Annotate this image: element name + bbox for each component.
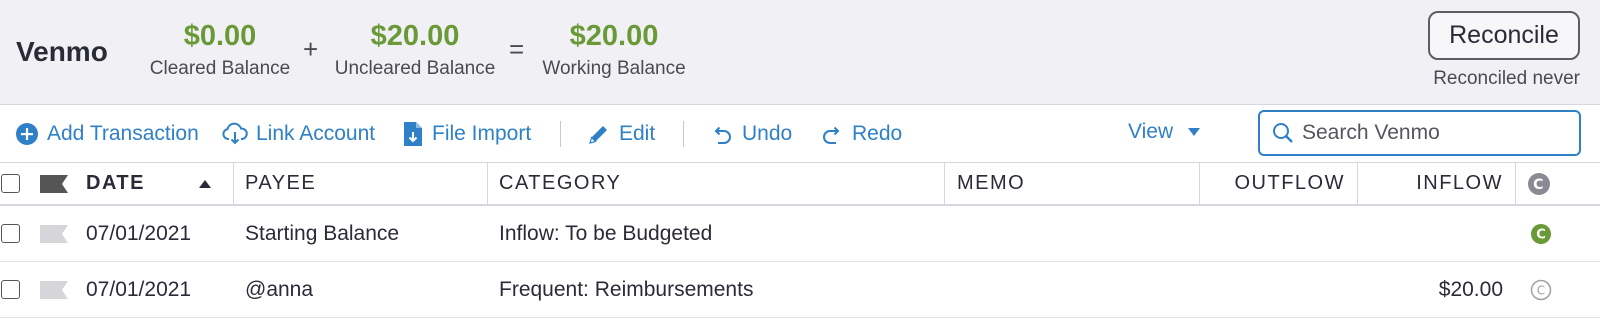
column-divider (944, 163, 945, 204)
column-divider (1515, 163, 1516, 204)
cleared-icon: C (1531, 223, 1551, 244)
sort-up-icon[interactable] (199, 163, 211, 204)
table-header: DATE PAYEE CATEGORY MEMO OUTFLOW INFLOW … (0, 163, 1600, 206)
category-header-label: CATEGORY (499, 172, 622, 194)
svg-text:C: C (1536, 227, 1546, 242)
cleared-column-header[interactable]: C (1527, 163, 1551, 204)
row-cleared-toggle[interactable]: C (1530, 262, 1552, 317)
row-inflow[interactable]: $20.00 (1357, 262, 1503, 317)
undo-label: Undo (742, 122, 793, 145)
toolbar: Add Transaction Link Account File Import… (0, 105, 1600, 163)
toolbar-divider (683, 121, 684, 147)
undo-button[interactable]: Undo (710, 119, 792, 149)
redo-icon (823, 126, 840, 144)
select-all-checkbox[interactable] (1, 163, 20, 204)
plus-operator: + (303, 34, 319, 64)
row-checkbox[interactable] (1, 206, 20, 261)
row-outflow[interactable] (1199, 262, 1345, 317)
reconcile-button[interactable]: Reconcile (1428, 11, 1580, 60)
payee-header-label: PAYEE (245, 172, 317, 194)
view-label: View (1128, 120, 1174, 143)
file-import-button[interactable]: File Import (402, 119, 531, 149)
row-flag[interactable] (40, 262, 68, 317)
search-icon (1273, 123, 1293, 143)
account-header: Venmo $0.00 Cleared Balance + $20.00 Unc… (0, 0, 1600, 105)
file-import-icon (404, 122, 422, 146)
svg-text:C: C (1533, 177, 1545, 193)
pencil-icon (589, 126, 607, 144)
table-row[interactable]: 07/01/2021 Starting Balance Inflow: To b… (0, 206, 1600, 262)
row-inflow[interactable] (1357, 206, 1503, 261)
link-account-button[interactable]: Link Account (222, 119, 375, 149)
search-input[interactable] (1302, 121, 1572, 145)
column-divider (233, 163, 234, 204)
equals-operator: = (509, 34, 525, 64)
row-date[interactable]: 07/01/2021 (86, 206, 191, 261)
link-account-label: Link Account (256, 122, 376, 145)
inflow-column-header[interactable]: INFLOW (1357, 163, 1503, 204)
toolbar-divider (560, 121, 561, 147)
flag-icon (40, 280, 68, 299)
flag-icon (40, 224, 68, 243)
row-category[interactable]: Inflow: To be Budgeted (499, 206, 712, 261)
row-date[interactable]: 07/01/2021 (86, 262, 191, 317)
cleared-balance-label: Cleared Balance (149, 58, 291, 79)
working-balance-label: Working Balance (542, 58, 686, 79)
svg-text:C: C (1537, 283, 1545, 297)
redo-label: Redo (852, 122, 903, 145)
outflow-column-header[interactable]: OUTFLOW (1199, 163, 1345, 204)
outflow-header-label: OUTFLOW (1234, 172, 1345, 194)
cleared-icon: C (1530, 279, 1552, 300)
file-import-label: File Import (432, 122, 532, 145)
row-cleared-toggle[interactable]: C (1530, 206, 1552, 261)
cleared-balance: $0.00 Cleared Balance (148, 18, 292, 82)
view-dropdown[interactable]: View (1128, 117, 1209, 147)
table-row[interactable]: 07/01/2021 @anna Frequent: Reimbursement… (0, 262, 1600, 318)
redo-button[interactable]: Redo (820, 119, 902, 149)
row-flag[interactable] (40, 206, 68, 261)
cloud-download-icon (222, 122, 248, 145)
edit-label: Edit (619, 122, 656, 145)
edit-button[interactable]: Edit (587, 119, 655, 149)
row-payee[interactable]: Starting Balance (245, 206, 399, 261)
flag-icon (40, 174, 68, 193)
payee-column-header[interactable]: PAYEE (245, 163, 316, 204)
flag-column-header[interactable] (40, 163, 68, 204)
working-balance-amount: $20.00 (569, 20, 659, 52)
reconciled-status: Reconciled never (1433, 68, 1580, 89)
date-column-header[interactable]: DATE (86, 163, 145, 204)
row-checkbox[interactable] (1, 262, 20, 317)
uncleared-balance-amount: $20.00 (370, 20, 460, 52)
uncleared-balance-label: Uncleared Balance (334, 58, 496, 79)
account-name: Venmo (16, 36, 108, 67)
row-outflow[interactable] (1199, 206, 1345, 261)
cleared-balance-amount: $0.00 (183, 20, 257, 52)
inflow-header-label: INFLOW (1416, 172, 1503, 194)
cleared-icon: C (1528, 172, 1550, 195)
working-balance: $20.00 Working Balance (538, 18, 690, 82)
row-payee[interactable]: @anna (245, 262, 313, 317)
undo-icon (714, 126, 731, 144)
add-transaction-button[interactable]: Add Transaction (15, 119, 199, 149)
category-column-header[interactable]: CATEGORY (499, 163, 621, 204)
add-transaction-label: Add Transaction (47, 122, 199, 145)
row-category[interactable]: Frequent: Reimbursements (499, 262, 753, 317)
date-header-label: DATE (86, 172, 145, 194)
uncleared-balance: $20.00 Uncleared Balance (333, 18, 497, 82)
search-box[interactable] (1258, 110, 1581, 156)
chevron-down-icon (1188, 128, 1201, 136)
plus-circle-icon (16, 123, 38, 145)
column-divider (487, 163, 488, 204)
memo-header-label: MEMO (957, 172, 1026, 194)
memo-column-header[interactable]: MEMO (957, 163, 1025, 204)
